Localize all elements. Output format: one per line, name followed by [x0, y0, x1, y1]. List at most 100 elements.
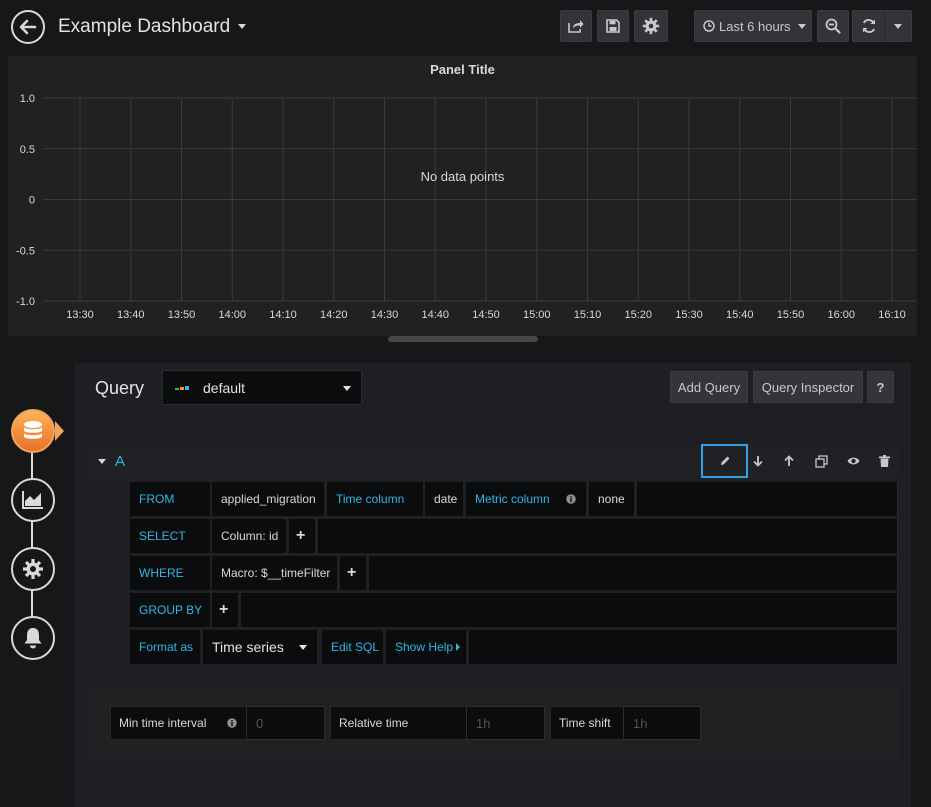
toggle-edit-mode-button[interactable] — [701, 444, 748, 478]
from-row-filler — [637, 482, 898, 516]
x-tick-label: 14:10 — [269, 309, 297, 321]
x-tick-label: 15:30 — [675, 309, 703, 321]
x-tick-label: 16:10 — [878, 309, 906, 321]
x-tick-label: 15:00 — [523, 309, 551, 321]
y-tick-label: 0 — [29, 195, 35, 207]
datasource-logo-icon — [175, 385, 189, 390]
from-keyword: FROM — [130, 482, 210, 516]
format-as-row: Format as Time series Edit SQL Show Help — [130, 629, 898, 665]
x-tick-label: 13:30 — [66, 309, 94, 321]
trash-icon — [878, 455, 890, 467]
save-icon — [606, 19, 620, 33]
info-icon[interactable] — [227, 718, 237, 728]
format-row-filler — [469, 630, 898, 664]
duplicate-query-button[interactable] — [806, 444, 836, 478]
where-row: WHERE Macro: $__timeFilter + — [130, 555, 898, 591]
general-settings-tab[interactable] — [11, 547, 55, 591]
where-macro-value[interactable]: Macro: $__timeFilter — [212, 556, 337, 590]
move-down-button[interactable] — [743, 444, 773, 478]
edit-sql-button[interactable]: Edit SQL — [322, 630, 383, 664]
y-tick-label: 1.0 — [20, 93, 35, 105]
remove-query-button[interactable] — [869, 444, 899, 478]
datasource-name: default — [203, 379, 246, 396]
active-tab-pointer-icon — [55, 421, 64, 441]
from-table-value[interactable]: applied_migration — [212, 482, 324, 516]
refresh-icon — [862, 19, 875, 33]
group-by-row: GROUP BY + — [130, 592, 898, 628]
share-icon — [568, 20, 584, 33]
dashboard-title-text: Example Dashboard — [58, 16, 231, 37]
time-range-picker[interactable]: Last 6 hours — [694, 10, 812, 42]
time-shift-input[interactable]: 1h — [623, 706, 701, 740]
move-up-button[interactable] — [774, 444, 804, 478]
x-tick-label: 15:20 — [624, 309, 652, 321]
arrow-up-icon — [784, 455, 794, 466]
query-section-title: Query — [95, 378, 145, 398]
collapse-caret-icon[interactable] — [98, 459, 106, 464]
dashboard-title[interactable]: Example Dashboard — [58, 16, 247, 38]
query-inspector-button[interactable]: Query Inspector — [753, 371, 863, 403]
min-interval-label: Min time interval — [110, 706, 247, 740]
refresh-interval-dropdown[interactable] — [885, 23, 911, 29]
help-button[interactable]: ? — [867, 371, 894, 403]
select-column-value[interactable]: Column: id — [212, 519, 286, 553]
min-interval-input[interactable]: 0 — [246, 706, 325, 740]
dashboard-settings-button[interactable] — [634, 10, 668, 42]
back-button[interactable] — [11, 10, 45, 44]
zoom-out-button[interactable] — [817, 10, 849, 42]
toggle-visibility-button[interactable] — [838, 444, 868, 478]
metric-column-keyword: Metric column — [466, 482, 586, 516]
pencil-icon — [720, 456, 729, 465]
format-as-select[interactable]: Time series — [203, 630, 317, 664]
relative-time-label: Relative time — [330, 706, 467, 740]
format-as-value: Time series — [212, 639, 284, 655]
dashboard-page: Example Dashboard Last 6 hours Panel Tit… — [0, 0, 931, 807]
x-tick-label: 14:50 — [472, 309, 500, 321]
x-tick-label: 14:30 — [371, 309, 399, 321]
arrow-left-icon — [19, 19, 37, 35]
where-row-filler — [369, 556, 898, 590]
database-icon — [24, 421, 42, 439]
chevron-down-icon — [894, 23, 902, 29]
caret-right-icon — [456, 643, 461, 651]
x-tick-label: 14:20 — [320, 309, 348, 321]
show-help-button[interactable]: Show Help — [386, 630, 466, 664]
add-where-button[interactable]: + — [340, 556, 366, 590]
y-tick-label: -0.5 — [16, 245, 35, 257]
select-row: SELECT Column: id + — [130, 518, 898, 554]
info-icon[interactable] — [566, 494, 576, 504]
chevron-down-icon — [238, 24, 247, 30]
add-query-button[interactable]: Add Query — [670, 371, 748, 403]
query-ref-id[interactable]: A — [115, 453, 125, 470]
no-data-message: No data points — [420, 169, 505, 184]
refresh-button[interactable] — [853, 11, 885, 41]
relative-time-input[interactable]: 1h — [466, 706, 545, 740]
copy-icon — [814, 454, 828, 468]
add-select-button[interactable]: + — [289, 519, 315, 553]
add-group-by-button[interactable]: + — [212, 593, 238, 627]
datasource-picker[interactable]: default — [162, 370, 362, 405]
share-button[interactable] — [560, 10, 592, 42]
visualization-tab[interactable] — [11, 478, 55, 522]
format-as-keyword: Format as — [130, 630, 200, 664]
queries-tab[interactable] — [11, 409, 55, 453]
metric-column-value[interactable]: none — [589, 482, 634, 516]
eye-icon — [847, 457, 859, 465]
x-tick-label: 13:40 — [117, 309, 145, 321]
chevron-down-icon — [299, 645, 307, 650]
group-by-keyword: GROUP BY — [130, 593, 210, 627]
x-tick-label: 15:50 — [777, 309, 805, 321]
refresh-button-group[interactable] — [852, 10, 912, 42]
x-tick-label: 13:50 — [168, 309, 196, 321]
y-tick-label: -1.0 — [16, 296, 35, 308]
alert-tab[interactable] — [11, 616, 55, 660]
chevron-down-icon — [797, 23, 806, 29]
panel-resize-handle[interactable] — [388, 336, 538, 342]
save-dashboard-button[interactable] — [597, 10, 629, 42]
show-help-label: Show Help — [395, 640, 454, 654]
time-column-value[interactable]: date — [425, 482, 463, 516]
chart-icon — [22, 491, 43, 509]
x-tick-label: 14:40 — [421, 309, 449, 321]
query-row-header[interactable]: A — [90, 444, 899, 478]
clock-icon — [703, 20, 715, 32]
